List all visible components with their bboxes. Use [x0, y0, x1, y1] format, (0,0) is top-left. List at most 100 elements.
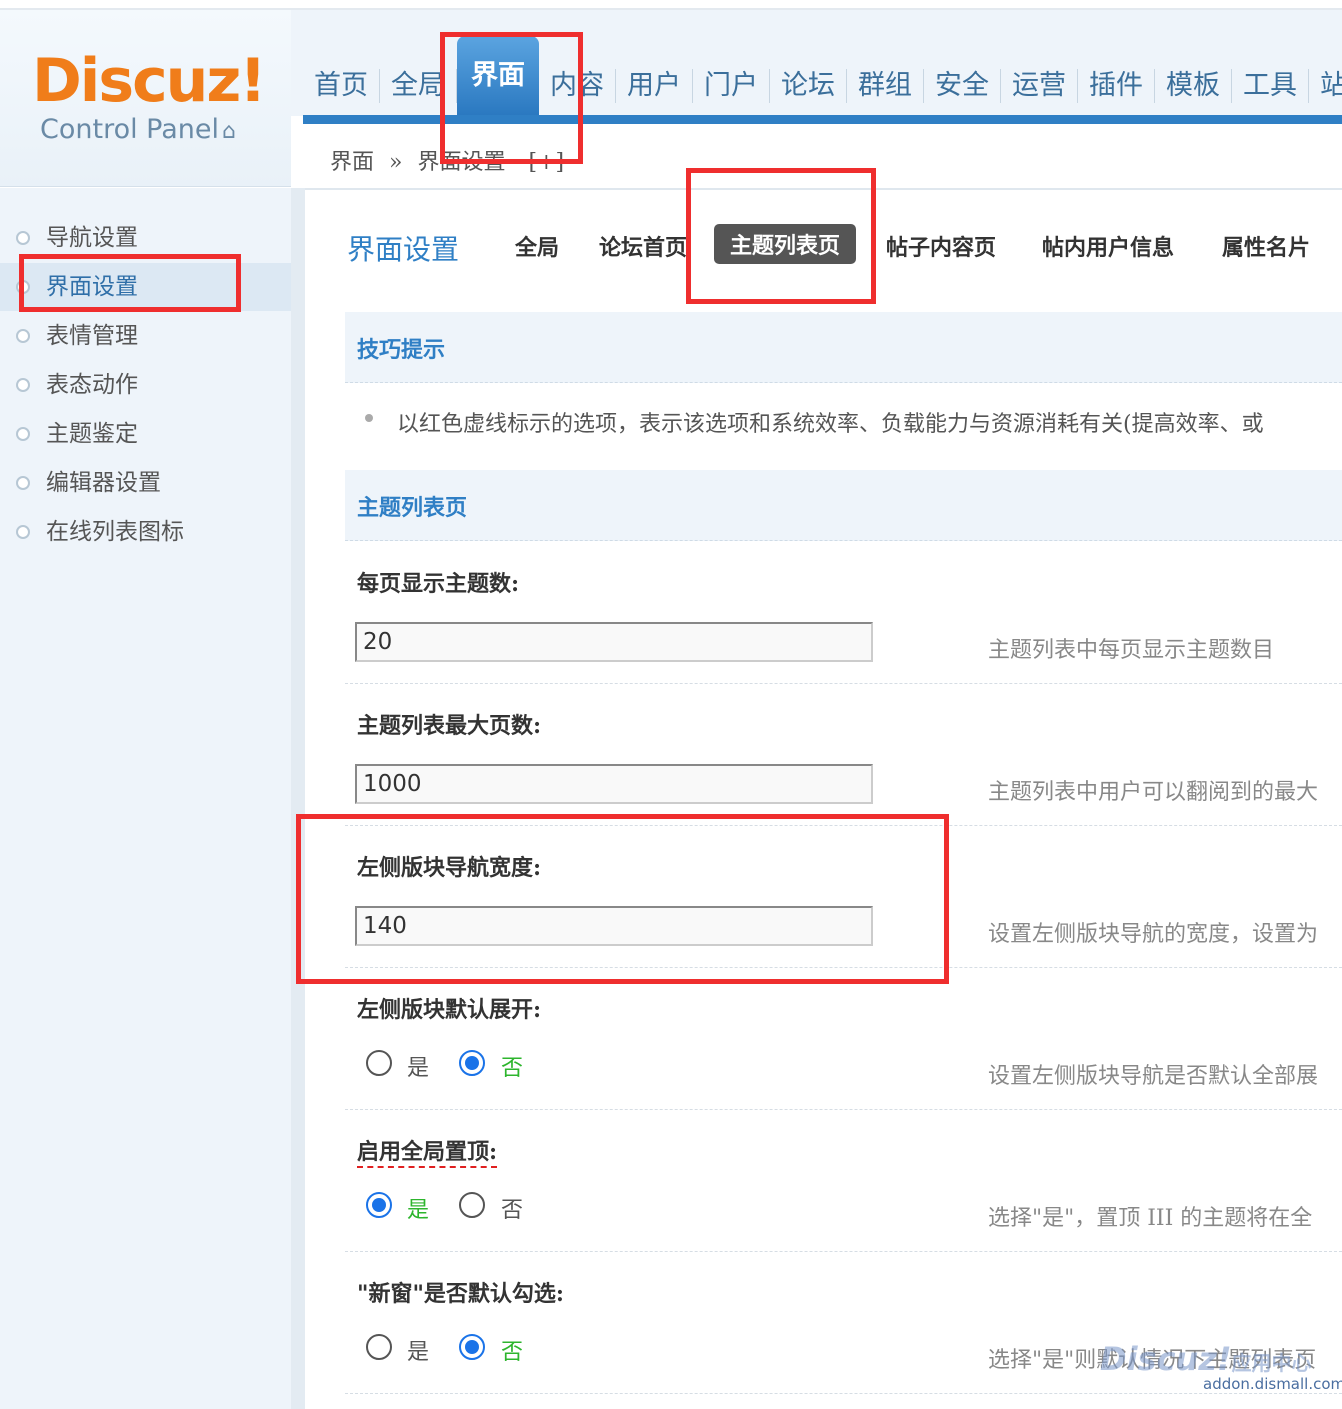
breadcrumb-bar: 界面 » 界面设置 [+] [303, 124, 1342, 190]
sidebar-item-label: 编辑器设置 [46, 470, 161, 496]
threads-per-page-input[interactable]: 20 [355, 622, 873, 662]
radio-left-nav-expand-yes[interactable] [366, 1050, 392, 1076]
tab-forum-index[interactable]: 论坛首页 [599, 230, 687, 262]
row-divider [345, 825, 1342, 826]
nav-item-plugins[interactable]: 插件 [1078, 69, 1155, 103]
home-icon[interactable]: ⌂ [222, 119, 236, 144]
max-pages-input[interactable]: 1000 [355, 764, 873, 804]
radio-label-no: 否 [501, 1198, 524, 1223]
tips-heading: 技巧提示 [357, 337, 446, 363]
radio-label-yes: 是 [407, 1056, 430, 1081]
top-border [0, 0, 1342, 10]
breadcrumb-current: 界面设置 [417, 150, 506, 175]
radio-label-no: 否 [501, 1340, 524, 1365]
section-header: 主题列表页 [345, 470, 1342, 541]
sidebar-item-thread-stamps[interactable]: 主题鉴定 [0, 410, 291, 458]
bullet-icon [365, 414, 373, 422]
sidebar-item-label: 主题鉴定 [46, 421, 138, 447]
nav-item-groups[interactable]: 群组 [847, 69, 924, 103]
bullet-icon [16, 231, 30, 245]
left-nav-width-input[interactable]: 140 [355, 906, 873, 946]
watermark-url: addon.dismall.com [1203, 1375, 1342, 1393]
bullet-icon [16, 378, 30, 392]
watermark-sub: 应用中心 [1231, 1351, 1312, 1375]
field-label-global-sticky: 启用全局置顶: [357, 1134, 498, 1168]
nav-item-security[interactable]: 安全 [924, 69, 1001, 103]
logo-area: Discuz! Control Panel ⌂ [0, 10, 291, 187]
tab-post-content[interactable]: 帖子内容页 [886, 230, 996, 262]
field-description: 选择"是"，置顶 III 的主题将在全 [988, 1206, 1313, 1231]
sidebar-item-reactions[interactable]: 表态动作 [0, 361, 291, 409]
nav-item-templates[interactable]: 模板 [1155, 69, 1232, 103]
main-content: 界面设置 全局 论坛首页 主题列表页 帖子内容页 帖内用户信息 属性名片 技巧提… [305, 190, 1342, 1409]
watermark-brand: Discuz! [1100, 1340, 1232, 1378]
radio-global-sticky-yes[interactable] [366, 1192, 392, 1218]
sidebar-item-smilies[interactable]: 表情管理 [0, 312, 291, 360]
logo-subtitle-text: Control Panel [40, 114, 220, 145]
nav-item-home[interactable]: 首页 [303, 69, 380, 103]
field-description: 设置左侧版块导航的宽度，设置为 [988, 922, 1319, 947]
field-description: 主题列表中用户可以翻阅到的最大 [988, 780, 1319, 805]
nav-item-tools[interactable]: 工具 [1232, 69, 1309, 103]
sidebar-item-online-icons[interactable]: 在线列表图标 [0, 508, 291, 556]
watermark-logo: Discuz!应用中心 [1100, 1340, 1312, 1378]
field-label-threads-per-page: 每页显示主题数: [357, 571, 520, 597]
sidebar-item-label: 界面设置 [46, 274, 138, 300]
radio-global-sticky-no[interactable] [459, 1192, 485, 1218]
bullet-icon [16, 476, 30, 490]
field-label-new-window-default: "新窗"是否默认勾选: [357, 1281, 565, 1307]
radio-label-yes: 是 [407, 1198, 430, 1223]
bullet-icon [16, 525, 30, 539]
row-divider [345, 1393, 1342, 1394]
tips-text: 以红色虚线标示的选项，表示该选项和系统效率、负载能力与资源消耗有关(提高效率、或 [397, 412, 1264, 437]
nav-item-users[interactable]: 用户 [616, 69, 693, 103]
nav-item-content[interactable]: 内容 [539, 69, 616, 103]
row-divider [345, 967, 1342, 968]
add-to-menu-link[interactable]: [+] [529, 150, 565, 175]
row-divider [345, 683, 1342, 684]
nav-underline [303, 115, 1342, 124]
breadcrumb-separator: » [389, 150, 403, 175]
nav-item-operations[interactable]: 运营 [1001, 69, 1078, 103]
nav-item-site[interactable]: 站 [1309, 69, 1342, 103]
radio-left-nav-expand-no[interactable] [459, 1050, 485, 1076]
field-label-max-pages: 主题列表最大页数: [357, 713, 542, 739]
logo-brand: Discuz! [32, 46, 267, 116]
breadcrumb-root[interactable]: 界面 [330, 150, 374, 175]
sidebar-item-label: 表态动作 [46, 372, 138, 398]
field-description: 主题列表中每页显示主题数目 [988, 638, 1275, 663]
sidebar-item-label: 表情管理 [46, 323, 138, 349]
radio-label-no: 否 [501, 1056, 524, 1081]
tab-attribute-card[interactable]: 属性名片 [1222, 230, 1310, 262]
top-nav: 首页 全局 界面 内容 用户 门户 论坛 群组 安全 运营 插件 模板 工具 站 [303, 36, 1342, 116]
tab-post-user-info[interactable]: 帖内用户信息 [1042, 230, 1174, 262]
nav-item-interface[interactable]: 界面 [457, 36, 539, 116]
bullet-icon [16, 280, 30, 294]
sidebar: 导航设置 界面设置 表情管理 表态动作 主题鉴定 编辑器设置 在线列表图标 [0, 188, 305, 1409]
nav-item-forum[interactable]: 论坛 [770, 69, 847, 103]
logo-subtitle[interactable]: Control Panel ⌂ [40, 114, 236, 145]
radio-new-window-yes[interactable] [366, 1334, 392, 1360]
bullet-icon [16, 427, 30, 441]
section-heading: 主题列表页 [357, 495, 468, 521]
field-label-left-nav-width: 左侧版块导航宽度: [357, 855, 542, 881]
field-label-left-nav-expand: 左侧版块默认展开: [357, 997, 542, 1023]
breadcrumb: 界面 » 界面设置 [+] [330, 144, 564, 176]
field-description: 设置左侧版块导航是否默认全部展 [988, 1064, 1319, 1089]
sidebar-item-interface-settings[interactable]: 界面设置 [0, 263, 291, 311]
tips-header: 技巧提示 [345, 312, 1342, 383]
tab-global[interactable]: 全局 [515, 230, 559, 262]
radio-label-yes: 是 [407, 1340, 430, 1365]
sidebar-item-label: 导航设置 [46, 225, 138, 251]
sidebar-item-label: 在线列表图标 [46, 519, 184, 545]
tab-thread-list[interactable]: 主题列表页 [714, 224, 857, 264]
sidebar-item-nav-settings[interactable]: 导航设置 [0, 214, 291, 262]
sidebar-item-editor-settings[interactable]: 编辑器设置 [0, 459, 291, 507]
row-divider [345, 1251, 1342, 1252]
bullet-icon [16, 329, 30, 343]
nav-item-portal[interactable]: 门户 [693, 69, 770, 103]
row-divider [345, 1109, 1342, 1110]
page-title: 界面设置 [347, 233, 460, 266]
nav-item-global[interactable]: 全局 [380, 69, 457, 103]
radio-new-window-no[interactable] [459, 1334, 485, 1360]
